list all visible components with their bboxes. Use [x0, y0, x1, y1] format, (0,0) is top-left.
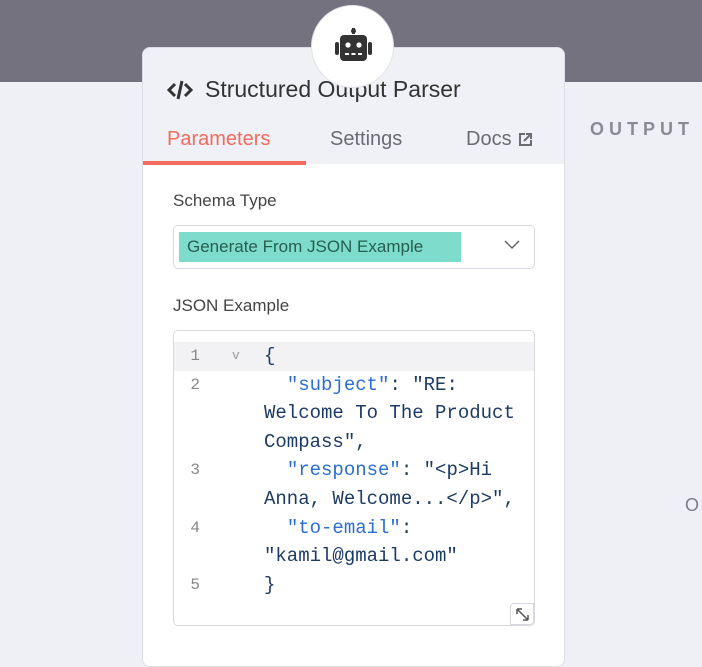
fold-chevron-icon[interactable]: v: [214, 342, 264, 371]
json-value: {: [264, 345, 276, 367]
line-number: 1: [190, 347, 200, 365]
resize-icon: [515, 607, 529, 621]
line-number: 4: [190, 518, 200, 537]
fold-gutter: [214, 571, 264, 600]
tab-settings[interactable]: Settings: [330, 128, 402, 151]
schema-type-value: Generate From JSON Example: [179, 232, 461, 262]
code-text: "response": "<p>Hi Anna, Welcome...</p>"…: [264, 456, 522, 513]
json-key: "subject": [286, 373, 390, 396]
tab-docs[interactable]: Docs: [466, 128, 533, 151]
robot-icon: [311, 5, 394, 88]
output-panel-label: OUTPUT: [590, 119, 694, 139]
output-partial-text: O: [685, 495, 700, 515]
schema-type-label: Schema Type: [173, 191, 277, 210]
code-line: 5}: [174, 571, 534, 600]
json-value: }: [264, 573, 276, 596]
code-text: }: [264, 571, 522, 600]
docs-label: Docs: [466, 128, 512, 150]
code-line: 4 "to-email": "kamil@gmail.com": [174, 514, 534, 571]
code-icon: [167, 80, 193, 99]
node-settings-panel: Structured Output Parser Parameters Sett…: [142, 47, 565, 667]
chevron-down-icon: [504, 240, 520, 250]
code-line: 1 v{: [174, 342, 534, 371]
code-text: "to-email": "kamil@gmail.com": [264, 514, 522, 571]
code-line: 2 "subject": "RE: Welcome To The Product…: [174, 371, 534, 457]
line-number: 5: [190, 575, 200, 594]
line-number: 3: [190, 461, 200, 480]
active-tab-indicator: [143, 161, 306, 165]
json-key: "response": [286, 459, 401, 482]
json-example-editor[interactable]: 1 v{2 "subject": "RE: Welcome To The Prod…: [173, 330, 535, 626]
tab-parameters[interactable]: Parameters: [167, 128, 270, 151]
json-example-label: JSON Example: [173, 296, 290, 315]
line-number: 2: [190, 375, 200, 394]
code-line: 3 "response": "<p>Hi Anna, Welcome...</p…: [174, 456, 534, 513]
code-text: "subject": "RE: Welcome To The Product C…: [264, 371, 522, 457]
external-link-icon: [518, 133, 532, 146]
fold-gutter: [214, 371, 264, 457]
schema-type-select[interactable]: Generate From JSON Example: [173, 225, 535, 269]
code-text: {: [264, 342, 522, 371]
json-key: "to-email": [286, 516, 401, 539]
node-title: Structured Output Parser: [167, 76, 461, 103]
fold-gutter: [214, 514, 264, 571]
fold-gutter: [214, 456, 264, 513]
expand-editor-button[interactable]: [510, 603, 534, 625]
